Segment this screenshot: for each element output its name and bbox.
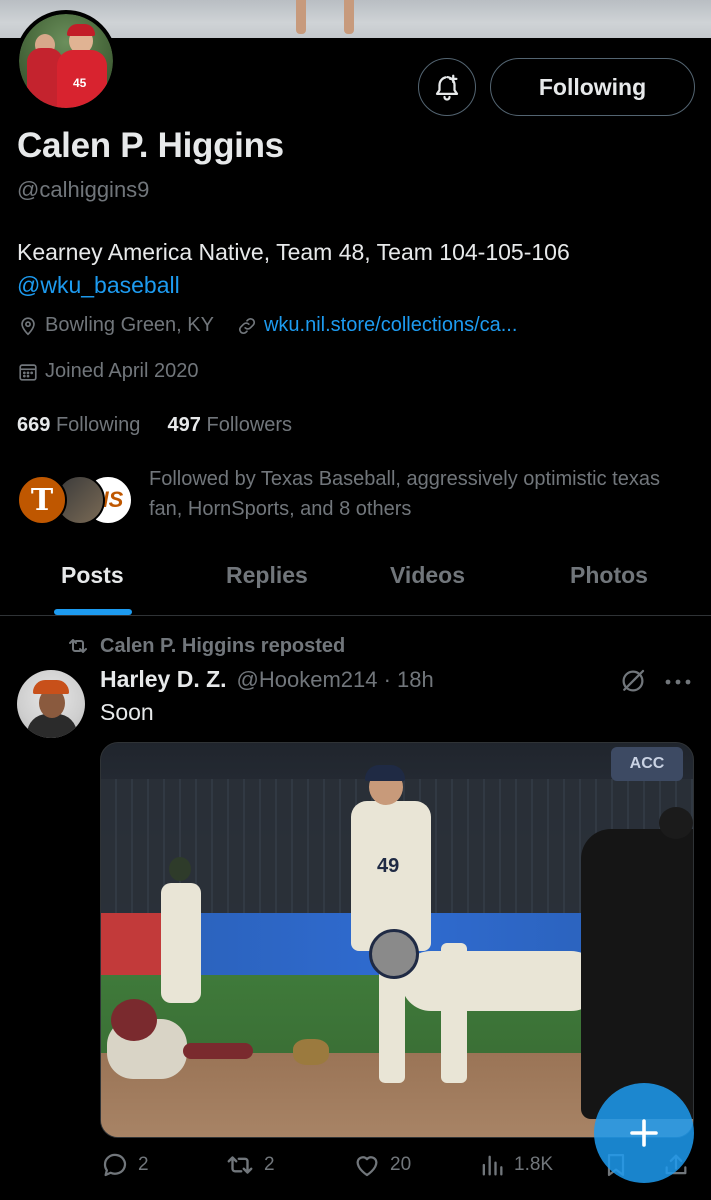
profile-handle: @calhiggins9 — [17, 177, 150, 202]
avatar-jersey-number: 45 — [73, 76, 87, 90]
location-pin-icon — [21, 316, 35, 335]
post-author-avatar[interactable] — [17, 670, 85, 738]
post-header: Harley D. Z. @Hookem214 · 18h — [100, 666, 434, 693]
compose-post-button[interactable] — [594, 1083, 694, 1183]
heart-icon — [356, 1156, 378, 1177]
followers-label: Followers — [206, 414, 293, 436]
location-text: Bowling Green, KY — [45, 314, 214, 336]
tab-videos[interactable]: Videos — [390, 562, 465, 589]
plus-icon — [630, 1119, 658, 1147]
notify-button[interactable] — [418, 58, 476, 116]
following-count-link[interactable]: 669 Following — [17, 414, 140, 436]
followed-by[interactable]: T HS Followed by Texas Baseball, aggress… — [17, 462, 697, 528]
following-button[interactable]: Following — [490, 58, 695, 116]
post-media-image[interactable]: ACC 49 — [100, 742, 694, 1138]
follower-avatar-texas: T — [17, 475, 67, 525]
repost-count: 2 — [264, 1154, 275, 1175]
joined-date: Joined April 2020 — [17, 360, 198, 383]
reply-count: 2 — [138, 1154, 149, 1175]
followed-by-text: Followed by Texas Baseball, aggressively… — [149, 468, 660, 520]
calendar-icon — [19, 363, 37, 381]
following-label: Following — [55, 414, 141, 436]
bio-mention-link[interactable]: @wku_baseball — [17, 269, 570, 302]
tab-photos[interactable]: Photos — [570, 562, 648, 589]
location: Bowling Green, KY — [17, 314, 214, 337]
tab-replies[interactable]: Replies — [226, 562, 308, 589]
tab-posts[interactable]: Posts — [61, 562, 124, 589]
post-author-name[interactable]: Harley D. Z. — [100, 666, 227, 693]
post-text: Soon — [100, 699, 154, 725]
website-link[interactable]: wku.nil.store/collections/ca... — [264, 314, 517, 337]
analytics-icon — [482, 1155, 503, 1176]
views-count: 1.8K — [514, 1154, 554, 1175]
follow-counts: 669 Following 497 Followers — [17, 414, 292, 437]
bell-plus-icon — [435, 74, 459, 101]
following-count: 669 — [17, 414, 51, 436]
repost-indicator[interactable]: Calen P. Higgins reposted — [66, 634, 345, 658]
like-button[interactable]: 20 — [352, 1150, 411, 1180]
reply-button[interactable]: 2 — [100, 1150, 149, 1180]
profile-name: Calen P. Higgins — [17, 126, 284, 165]
post-author-meta[interactable]: @Hookem214 · 18h — [237, 667, 434, 693]
profile-meta: Bowling Green, KY wku.nil.store/collecti… — [17, 314, 517, 337]
repost-button[interactable]: 2 — [224, 1150, 275, 1180]
followers-count-link[interactable]: 497 Followers — [168, 414, 293, 436]
profile-bio: Kearney America Native, Team 48, Team 10… — [17, 236, 570, 302]
like-count: 20 — [390, 1154, 412, 1175]
website[interactable]: wku.nil.store/collections/ca... — [236, 314, 517, 337]
grok-icon[interactable] — [618, 666, 648, 696]
repost-icon — [227, 1156, 253, 1174]
bio-text: Kearney America Native, Team 48, Team 10… — [17, 239, 570, 265]
jersey-number: 49 — [377, 855, 400, 877]
active-tab-indicator — [54, 609, 132, 615]
profile-avatar[interactable]: 45 — [15, 10, 117, 112]
more-options-icon[interactable] — [664, 678, 692, 686]
repost-icon — [69, 639, 87, 653]
views-button[interactable]: 1.8K — [478, 1150, 553, 1180]
profile-tabs: Posts Replies Videos Photos — [0, 550, 711, 616]
link-icon — [238, 317, 256, 334]
followers-count: 497 — [167, 414, 201, 436]
joined-text: Joined April 2020 — [45, 360, 199, 382]
reply-icon — [103, 1153, 127, 1177]
media-sign: ACC — [611, 747, 683, 781]
repost-label: Calen P. Higgins reposted — [100, 634, 346, 657]
